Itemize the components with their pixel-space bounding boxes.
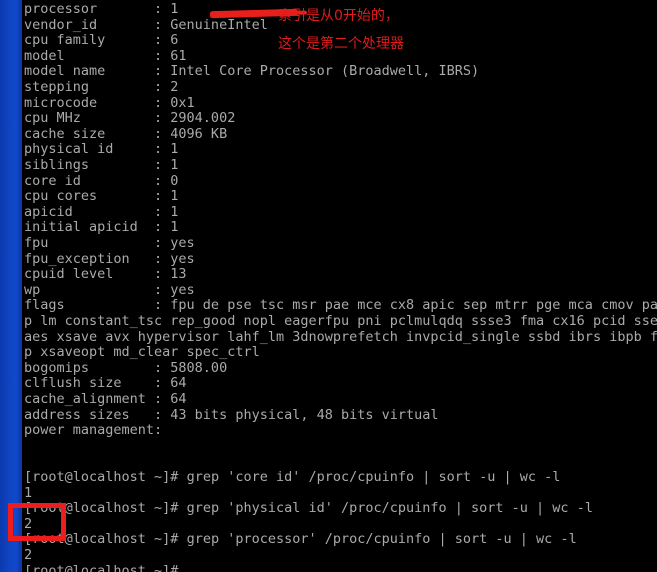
terminal-window[interactable]: processor : 1 vendor_id : GenuineIntel c… bbox=[22, 0, 657, 572]
cpuinfo-line: fpu : yes bbox=[24, 235, 195, 251]
cpuinfo-line: stepping : 2 bbox=[24, 79, 179, 95]
shell-command: grep 'processor' /proc/cpuinfo | sort -u… bbox=[186, 531, 577, 548]
annotation-line-1: 索引是从0开始的， bbox=[278, 8, 399, 24]
cpuinfo-line: cpu MHz : 2904.002 bbox=[24, 110, 236, 127]
cpuinfo-line: cpu family : 6 bbox=[24, 32, 179, 49]
cpuinfo-line: vendor_id : GenuineIntel bbox=[24, 16, 268, 33]
cpuinfo-line: physical id : 1 bbox=[24, 141, 179, 158]
cpuinfo-line: core id : 0 bbox=[24, 172, 179, 189]
cpuinfo-line: initial apicid : 1 bbox=[24, 219, 179, 236]
command-output: 2 bbox=[24, 547, 33, 563]
desktop-blue-band bbox=[0, 0, 22, 572]
cpuinfo-line: fpu_exception : yes bbox=[24, 250, 195, 267]
cpuinfo-flags-line: aes xsave avx hypervisor lahf_lm 3dnowpr… bbox=[24, 328, 657, 345]
cpuinfo-line: model name : Intel Core Processor (Broad… bbox=[24, 63, 480, 80]
shell-prompt: [root@localhost ~]# bbox=[24, 469, 187, 485]
cpuinfo-line: model : 61 bbox=[24, 47, 187, 64]
cpuinfo-flags-line: flags : fpu de pse tsc msr pae mce cx8 a… bbox=[24, 297, 657, 314]
cpuinfo-line: cpu cores : 1 bbox=[24, 188, 179, 205]
shell-command: grep 'physical id' /proc/cpuinfo | sort … bbox=[186, 500, 593, 517]
cpuinfo-line: siblings : 1 bbox=[24, 157, 179, 173]
command-prompt-line[interactable]: [root@localhost ~]# grep 'processor' /pr… bbox=[24, 532, 577, 548]
cpuinfo-line: wp : yes bbox=[24, 281, 195, 298]
cpuinfo-line: bogomips : 5808.00 bbox=[24, 359, 228, 376]
command-prompt-line[interactable]: [root@localhost ~]# grep 'physical id' /… bbox=[24, 500, 593, 517]
cpuinfo-line: microcode : 0x1 bbox=[24, 94, 195, 111]
cpuinfo-line: cache size : 4096 KB bbox=[24, 125, 228, 142]
command-output: 1 bbox=[24, 484, 33, 501]
cpuinfo-flags-line: p xsaveopt md_clear spec_ctrl bbox=[24, 344, 260, 361]
annotation-line-2: 这个是第二个处理器 bbox=[278, 36, 404, 52]
cpuinfo-line: clflush size : 64 bbox=[24, 375, 187, 392]
terminal-screenshot: processor : 1 vendor_id : GenuineIntel c… bbox=[0, 0, 657, 572]
cpuinfo-line: cpuid level : 13 bbox=[24, 266, 187, 283]
shell-prompt-partial[interactable]: [root@localhost ~]# bbox=[24, 563, 178, 572]
cpuinfo-flags-line: p lm constant_tsc rep_good nopl eagerfpu… bbox=[24, 313, 657, 329]
red-highlight-box bbox=[8, 503, 66, 541]
cpuinfo-line: address sizes : 43 bits physical, 48 bit… bbox=[24, 406, 439, 423]
command-prompt-line[interactable]: [root@localhost ~]# grep 'core id' /proc… bbox=[24, 469, 561, 486]
shell-command: grep 'core id' /proc/cpuinfo | sort -u |… bbox=[186, 469, 561, 485]
cpuinfo-line: power management: bbox=[24, 422, 163, 439]
cpuinfo-line: cache_alignment : 64 bbox=[24, 391, 187, 407]
cpuinfo-line: processor : 1 bbox=[24, 1, 179, 17]
cpuinfo-line: apicid : 1 bbox=[24, 203, 179, 220]
